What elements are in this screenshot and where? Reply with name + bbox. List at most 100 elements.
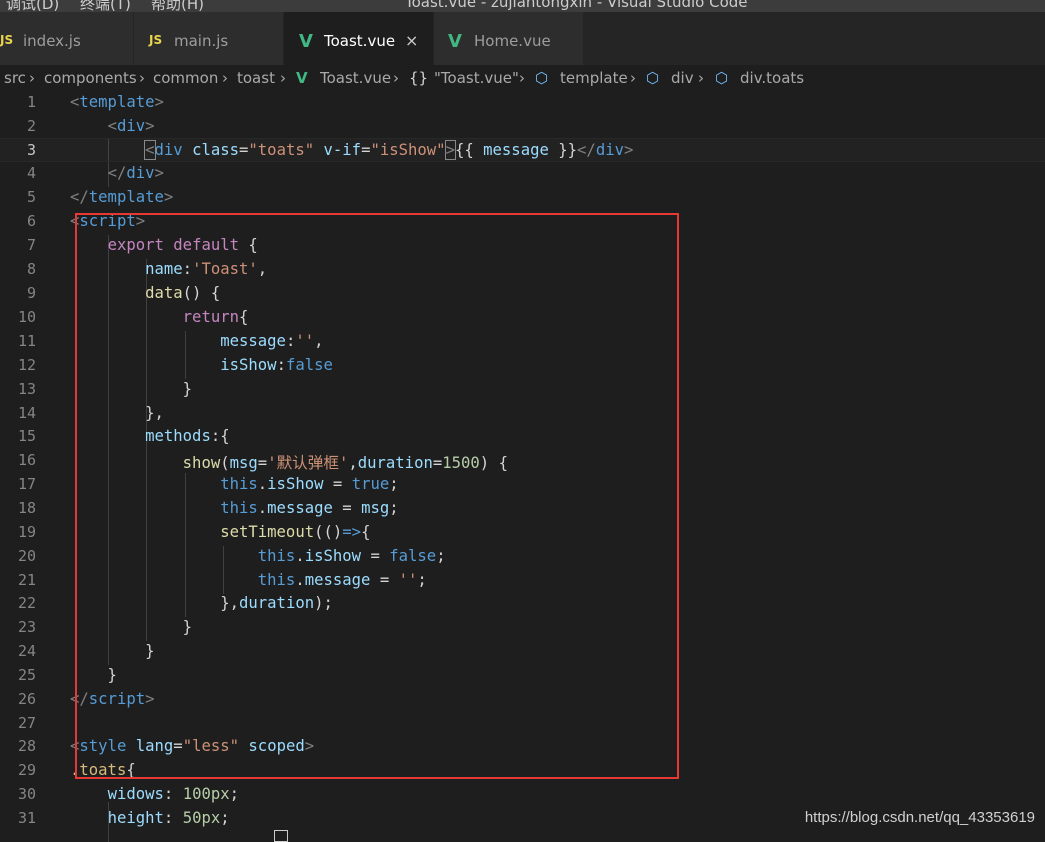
line-number: 18	[17, 499, 36, 517]
code-text: this.isShow = false;	[257, 547, 446, 565]
code-text: export default {	[107, 236, 258, 254]
breadcrumb-toast[interactable]: toast	[237, 69, 275, 87]
code-line[interactable]: 5 </template>	[0, 186, 1045, 210]
breadcrumb-file[interactable]: Toast.vue	[320, 69, 391, 87]
code-text: }	[70, 666, 117, 684]
tab-toast-vue[interactable]: V Toast.vue ×	[284, 12, 434, 65]
line-number: 7	[26, 236, 36, 254]
code-text: widows: 100px;	[107, 785, 240, 803]
code-line[interactable]: 11 message:'',	[0, 330, 1045, 354]
breadcrumb-common[interactable]: common	[153, 69, 218, 87]
code-line[interactable]: 12 isShow:false	[0, 354, 1045, 378]
line-number: 5	[26, 188, 36, 206]
code-text: return{	[182, 308, 249, 326]
code-line[interactable]: 4 </div>	[0, 162, 1045, 186]
code-line[interactable]: 25 }	[0, 664, 1045, 688]
menu-terminal[interactable]: 终端(T)	[80, 0, 131, 12]
line-number: 17	[17, 475, 36, 493]
line-number: 26	[17, 690, 36, 708]
code-text: this.message = msg;	[220, 499, 399, 517]
line-number: 10	[17, 308, 36, 326]
cube-icon: ⬡	[535, 69, 549, 87]
code-line[interactable]: 18 this.message = msg;	[0, 497, 1045, 521]
line-number: 19	[17, 523, 36, 541]
code-line[interactable]: 7 export default {	[0, 234, 1045, 258]
tab-label: Toast.vue	[324, 32, 396, 50]
code-line[interactable]: 1 <template>	[0, 91, 1045, 115]
code-line[interactable]: 8 name:'Toast',	[0, 258, 1045, 282]
code-text: }	[70, 380, 193, 398]
tab-main-js[interactable]: JS main.js	[134, 12, 284, 65]
chevron-right-icon: ›	[519, 69, 525, 87]
code-editor[interactable]: 1 <template> 2 <div> 3 <div class="toats"…	[0, 91, 1045, 842]
code-line[interactable]: 27	[0, 712, 1045, 736]
code-line[interactable]: 26 </script>	[0, 688, 1045, 712]
code-line[interactable]: 29 .toats{	[0, 759, 1045, 783]
chevron-right-icon: ›	[139, 69, 145, 87]
line-number: 13	[17, 380, 36, 398]
tab-label: main.js	[174, 32, 229, 50]
menu-debug[interactable]: 调试(D)	[6, 0, 59, 12]
code-text: this.isShow = true;	[220, 475, 399, 493]
code-line[interactable]: 28 <style lang="less" scoped>	[0, 735, 1045, 759]
vue-file-icon: V	[299, 31, 313, 52]
line-number: 6	[26, 212, 36, 230]
breadcrumb-template[interactable]: template	[560, 69, 628, 87]
code-text: <div class="toats" v-if="isShow">{{ mess…	[144, 140, 634, 160]
watermark: https://blog.csdn.net/qq_43353619	[804, 809, 1035, 826]
code-line[interactable]: 10 return{	[0, 306, 1045, 330]
code-line[interactable]: 23 }	[0, 616, 1045, 640]
code-text: height: 50px;	[107, 809, 230, 827]
code-text: },duration);	[70, 594, 333, 612]
code-line[interactable]: 6 <script>	[0, 210, 1045, 234]
breadcrumb-module[interactable]: "Toast.vue"	[434, 69, 519, 87]
tab-home-vue[interactable]: V Home.vue	[434, 12, 584, 65]
chevron-right-icon: ›	[280, 69, 286, 87]
code-text: </div>	[107, 164, 164, 182]
code-line[interactable]: 30 widows: 100px;	[0, 783, 1045, 807]
code-text: }	[70, 618, 193, 636]
menu-help[interactable]: 帮助(H)	[151, 0, 204, 12]
line-number: 2	[26, 117, 36, 135]
close-icon[interactable]: ×	[405, 31, 418, 50]
line-number: 15	[17, 427, 36, 445]
code-line[interactable]: 17 this.isShow = true;	[0, 473, 1045, 497]
code-text: <div>	[107, 117, 155, 135]
line-number: 4	[26, 164, 36, 182]
line-number: 8	[26, 260, 36, 278]
js-file-icon: JS	[149, 33, 163, 47]
code-text: <script>	[70, 212, 146, 230]
code-line[interactable]: 21 this.message = '';	[0, 569, 1045, 593]
code-line[interactable]: 16 show(msg='默认弹框',duration=1500) {	[0, 449, 1045, 473]
text-cursor	[274, 830, 288, 842]
vue-file-icon: V	[448, 31, 462, 52]
breadcrumb-components[interactable]: components	[44, 69, 137, 87]
code-line[interactable]: 19 setTimeout(()=>{	[0, 521, 1045, 545]
code-line[interactable]: 24 }	[0, 640, 1045, 664]
line-number: 1	[26, 93, 36, 111]
code-text: show(msg='默认弹框',duration=1500) {	[182, 454, 508, 472]
code-line[interactable]: 22 },duration);	[0, 592, 1045, 616]
code-line[interactable]: 2 <div>	[0, 115, 1045, 139]
line-number: 3	[26, 141, 36, 159]
line-number: 12	[17, 356, 36, 374]
tab-label: index.js	[23, 32, 81, 50]
code-line[interactable]: 14 },	[0, 402, 1045, 426]
breadcrumb-div[interactable]: div	[671, 69, 694, 87]
code-line[interactable]: 20 this.isShow = false;	[0, 545, 1045, 569]
code-text: data() {	[145, 284, 221, 302]
line-number: 29	[17, 761, 36, 779]
code-line[interactable]: 9 data() {	[0, 282, 1045, 306]
code-line[interactable]: 15 methods:{	[0, 425, 1045, 449]
code-line[interactable]: 13 }	[0, 378, 1045, 402]
js-file-icon: JS	[0, 33, 14, 47]
chevron-right-icon: ›	[29, 69, 35, 87]
breadcrumb-div-toats[interactable]: div.toats	[740, 69, 804, 87]
code-text: </template>	[70, 188, 174, 206]
code-line-current[interactable]: 3 <div class="toats" v-if="isShow">{{ me…	[0, 138, 1045, 162]
line-number: 28	[17, 737, 36, 755]
tab-index-js[interactable]: JS index.js	[0, 12, 134, 65]
code-text: },	[70, 404, 164, 422]
breadcrumb-src[interactable]: src	[4, 69, 26, 87]
tab-label: Home.vue	[474, 32, 551, 50]
